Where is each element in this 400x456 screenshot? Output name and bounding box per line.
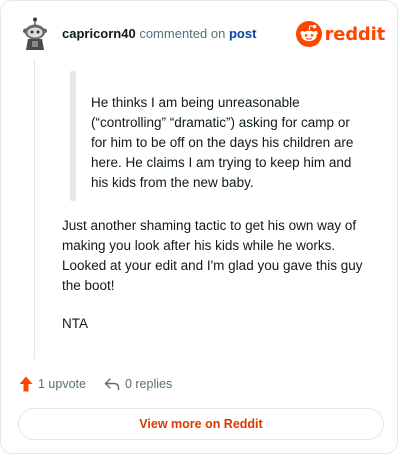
- comment-body: Just another shaming tactic to get his o…: [62, 218, 363, 293]
- comment-verdict: NTA: [62, 316, 88, 331]
- reply-arrow-icon: [104, 378, 120, 391]
- replies-button[interactable]: 0 replies: [104, 377, 172, 391]
- author-line: capricorn40 commented on post: [62, 25, 256, 43]
- view-more-button[interactable]: View more on Reddit: [18, 408, 384, 440]
- action-text: commented on: [139, 26, 226, 41]
- comment-card: capricorn40 commented on post reddit He …: [0, 0, 398, 454]
- quote-text: He thinks I am being unreasonable (“cont…: [91, 95, 354, 190]
- upvote-button[interactable]: 1 upvote: [19, 376, 86, 392]
- comment-actions: 1 upvote 0 replies: [19, 374, 172, 394]
- upvote-count: 1 upvote: [38, 377, 86, 391]
- reddit-logo-icon: [295, 21, 322, 47]
- username-link[interactable]: capricorn40: [62, 26, 136, 41]
- comment-header: capricorn40 commented on post reddit: [19, 17, 385, 51]
- upvote-arrow-icon: [19, 376, 33, 392]
- post-link[interactable]: post: [229, 26, 256, 41]
- thread-line: [34, 59, 35, 359]
- quote-bar: [70, 71, 76, 201]
- reddit-wordmark: reddit: [324, 23, 386, 45]
- reddit-logo[interactable]: reddit: [295, 20, 386, 48]
- user-avatar[interactable]: [21, 17, 49, 51]
- snoo-avatar-icon: [23, 17, 47, 50]
- reply-count: 0 replies: [124, 377, 173, 391]
